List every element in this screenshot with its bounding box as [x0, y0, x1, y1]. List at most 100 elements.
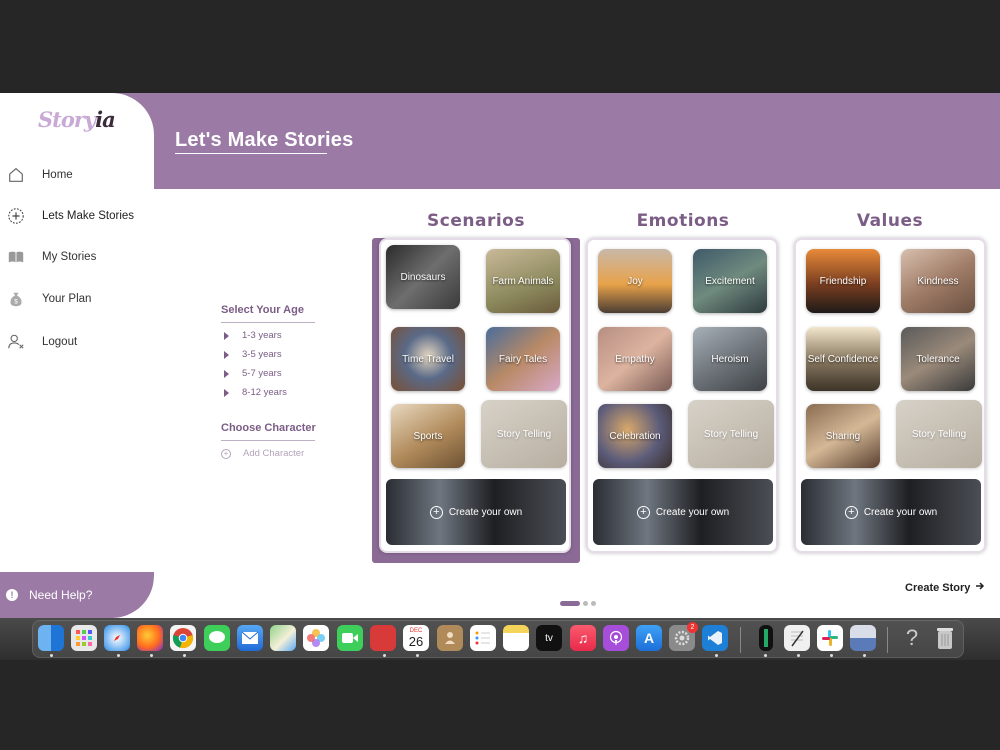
help-label: Need Help? [29, 588, 93, 602]
safari-icon[interactable] [104, 625, 130, 651]
help-button[interactable]: ! Need Help? [0, 572, 154, 618]
tile-excitement[interactable]: Excitement [693, 249, 767, 313]
sidebar-item-my-stories[interactable]: My Stories [0, 242, 154, 272]
system-settings-icon[interactable]: 2 [669, 622, 698, 651]
slack-icon[interactable] [817, 625, 843, 651]
tile-heroism[interactable]: Heroism [693, 327, 767, 391]
logo[interactable]: Storyia [38, 107, 116, 132]
plus-circle-icon: + [429, 505, 443, 519]
pager-dot[interactable] [560, 601, 580, 606]
trash-icon[interactable] [932, 625, 958, 651]
mail-icon[interactable] [237, 625, 263, 651]
triangle-icon [224, 388, 229, 397]
create-your-own-button[interactable]: + Create your own [386, 479, 566, 545]
contacts-icon[interactable] [437, 625, 463, 651]
info-icon: ! [6, 589, 18, 601]
sidebar-item-logout[interactable]: Logout [0, 327, 154, 357]
reminders-icon[interactable] [470, 625, 496, 651]
app-store-icon[interactable]: A [636, 625, 662, 651]
help-icon[interactable]: ? [899, 625, 925, 651]
create-your-own-button[interactable]: + Create your own [801, 479, 981, 545]
app-window: Let's Make Stories Storyia Home Lets Mak… [0, 93, 1000, 618]
home-icon [6, 165, 26, 185]
tile-dinosaurs[interactable]: Dinosaurs [386, 245, 460, 309]
sidebar-item-your-plan[interactable]: $ Your Plan [0, 284, 154, 314]
sidebar: Storyia Home Lets Make Stories My Storie… [0, 93, 154, 618]
page-title: Let's Make Stories [175, 129, 354, 151]
values-panel: Friendship Kindness Self Confidence Tole… [794, 238, 986, 553]
create-story-button[interactable]: Create Story [905, 581, 985, 594]
title-underline [175, 153, 327, 154]
sidebar-item-label: Lets Make Stories [42, 210, 135, 222]
vscode-icon[interactable] [702, 625, 728, 651]
age-option[interactable]: 5-7 years [224, 368, 282, 379]
sidebar-item-label: Home [42, 169, 73, 181]
calendar-icon[interactable]: DEC 26 [403, 625, 429, 651]
plus-circle-icon [6, 206, 26, 226]
sidebar-item-label: Logout [42, 336, 78, 348]
tile-self-confidence[interactable]: Self Confidence [806, 327, 880, 391]
age-option[interactable]: 8-12 years [224, 387, 287, 398]
launchpad-icon[interactable] [71, 625, 97, 651]
column-title-scenarios: Scenarios [427, 211, 525, 231]
tile-joy[interactable]: Joy [598, 249, 672, 313]
photos-icon[interactable] [303, 625, 329, 651]
book-icon [6, 247, 26, 267]
tile-celebration[interactable]: Celebration [598, 404, 672, 468]
tile-farm-animals[interactable]: Farm Animals [486, 249, 560, 313]
column-title-values: Values [856, 211, 924, 231]
character-section-title: Choose Character [221, 422, 316, 434]
tile-empathy[interactable]: Empathy [598, 327, 672, 391]
podcasts-icon[interactable] [603, 625, 629, 651]
tile-tolerance[interactable]: Tolerance [901, 327, 975, 391]
notes-icon[interactable] [503, 625, 529, 651]
add-character-button[interactable]: + Add Character [221, 448, 304, 459]
svg-text:$: $ [14, 299, 18, 306]
facetime-icon[interactable] [337, 625, 363, 651]
maps-icon[interactable] [270, 625, 296, 651]
money-bag-icon: $ [6, 289, 26, 309]
tile-friendship[interactable]: Friendship [806, 249, 880, 313]
sidebar-item-home[interactable]: Home [0, 160, 154, 190]
pager-dot[interactable] [591, 601, 596, 606]
tile-sharing[interactable]: Sharing [806, 404, 880, 468]
tile-story-telling[interactable]: Story Telling [896, 400, 982, 468]
finder-icon[interactable] [38, 625, 64, 651]
dock: DEC 26 tv ♫ A 2 ? [32, 620, 964, 658]
triangle-icon [224, 331, 229, 340]
age-option[interactable]: 3-5 years [224, 349, 282, 360]
firefox-icon[interactable] [137, 625, 163, 651]
scenarios-panel: Dinosaurs Farm Animals Time Travel Fairy… [379, 238, 571, 553]
triangle-icon [224, 350, 229, 359]
arrow-right-icon [975, 581, 985, 594]
create-your-own-button[interactable]: + Create your own [593, 479, 773, 545]
photo-booth-icon[interactable] [370, 625, 396, 651]
music-icon[interactable]: ♫ [570, 625, 596, 651]
chrome-icon[interactable] [170, 625, 196, 651]
plus-circle-icon: + [844, 505, 858, 519]
tile-story-telling[interactable]: Story Telling [688, 400, 774, 468]
messages-icon[interactable] [204, 625, 230, 651]
sidebar-item-label: My Stories [42, 251, 97, 263]
preview-icon[interactable] [850, 625, 876, 651]
sidebar-item-lets-make-stories[interactable]: Lets Make Stories [0, 201, 154, 231]
activity-monitor-icon[interactable] [759, 625, 773, 651]
user-x-icon [6, 332, 26, 352]
tile-story-telling[interactable]: Story Telling [481, 400, 567, 468]
divider [221, 322, 315, 323]
textedit-icon[interactable] [784, 625, 810, 651]
sidebar-item-label: Your Plan [42, 293, 92, 305]
tile-kindness[interactable]: Kindness [901, 249, 975, 313]
tile-fairy-tales[interactable]: Fairy Tales [486, 327, 560, 391]
notification-badge: 2 [687, 622, 698, 633]
pager-dots [560, 601, 596, 606]
pager-dot[interactable] [583, 601, 588, 606]
tile-sports[interactable]: Sports [391, 404, 465, 468]
column-title-emotions: Emotions [636, 211, 730, 231]
apple-tv-icon[interactable]: tv [536, 625, 562, 651]
tile-time-travel[interactable]: Time Travel [391, 327, 465, 391]
emotions-panel: Joy Excitement Empathy Heroism Celebrati… [586, 238, 778, 553]
divider [221, 440, 315, 441]
age-option[interactable]: 1-3 years [224, 330, 282, 341]
plus-icon: + [221, 448, 231, 459]
